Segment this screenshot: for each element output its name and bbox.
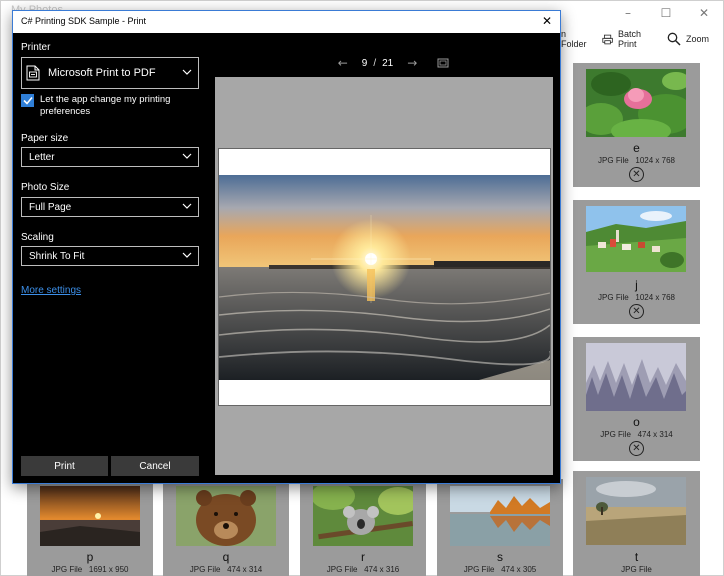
photo-thumbnail-village bbox=[586, 206, 686, 272]
maximize-button[interactable]: ☐ bbox=[647, 1, 685, 25]
cancel-button[interactable]: Cancel bbox=[111, 456, 199, 476]
photo-thumbnail-koala bbox=[313, 486, 413, 546]
tile-name: p bbox=[86, 550, 94, 564]
print-button[interactable]: Print bbox=[21, 456, 108, 476]
photo-size-select[interactable]: Full Page bbox=[21, 197, 199, 217]
chevron-down-icon bbox=[182, 203, 192, 209]
scaling-value: Shrink To Fit bbox=[29, 250, 85, 262]
photo-thumbnail-bear bbox=[176, 486, 276, 546]
close-window-button[interactable]: ✕ bbox=[685, 1, 723, 25]
paper-size-label: Paper size bbox=[21, 133, 69, 144]
photo-thumbnail-field bbox=[586, 477, 686, 545]
photo-tile-t[interactable]: t JPG File bbox=[573, 471, 700, 576]
tile-info: JPG File 1024 x 768 bbox=[598, 293, 675, 302]
dialog-titlebar: C# Printing SDK Sample - Print ✕ bbox=[13, 11, 560, 33]
remove-photo-button[interactable]: ✕ bbox=[629, 167, 644, 182]
tile-name: e bbox=[633, 141, 640, 155]
previous-page-button[interactable]: ← bbox=[338, 56, 348, 70]
tile-name: q bbox=[222, 550, 230, 564]
printer-select[interactable]: Microsoft Print to PDF bbox=[21, 57, 199, 89]
dialog-title: C# Printing SDK Sample - Print bbox=[21, 16, 147, 26]
preview-page bbox=[218, 148, 551, 406]
open-folder-label: n Folder bbox=[561, 29, 587, 49]
printer-value: Microsoft Print to PDF bbox=[48, 67, 156, 79]
fit-to-window-icon[interactable] bbox=[437, 58, 449, 68]
photo-thumbnail-sunset bbox=[40, 486, 140, 546]
chevron-down-icon bbox=[182, 153, 192, 159]
preview-canvas bbox=[215, 77, 553, 475]
photo-thumbnail-lotus bbox=[586, 69, 686, 137]
tile-info: JPG File 1691 x 950 bbox=[51, 565, 129, 574]
batch-print-button[interactable]: Batch Print bbox=[602, 29, 653, 49]
pdf-printer-icon bbox=[26, 65, 40, 81]
tile-name: j bbox=[635, 278, 638, 292]
page-separator: / bbox=[373, 57, 377, 69]
photo-tile-e[interactable]: e JPG File 1024 x 768 ✕ bbox=[573, 63, 700, 187]
paper-size-select[interactable]: Letter bbox=[21, 147, 199, 167]
tile-info: JPG File bbox=[621, 565, 652, 574]
open-folder-button[interactable]: n Folder bbox=[561, 29, 588, 49]
photo-tile-s[interactable]: s JPG File 474 x 305 bbox=[437, 479, 563, 576]
tile-name: t bbox=[634, 550, 639, 564]
zoom-button[interactable]: Zoom bbox=[667, 32, 709, 46]
total-page-count: 21 bbox=[382, 57, 394, 69]
tile-info: JPG File 474 x 314 bbox=[600, 430, 673, 439]
scaling-label: Scaling bbox=[21, 232, 54, 243]
tile-info: JPG File 474 x 316 bbox=[326, 565, 400, 574]
photo-thumbnail-lake bbox=[450, 486, 550, 546]
photo-tile-r[interactable]: r JPG File 474 x 316 bbox=[300, 479, 426, 576]
window-controls: – ☐ ✕ bbox=[609, 1, 723, 25]
zoom-label: Zoom bbox=[685, 34, 709, 44]
more-settings-link[interactable]: More settings bbox=[21, 285, 81, 296]
chevron-down-icon bbox=[182, 69, 192, 75]
tile-info: JPG File 1024 x 768 bbox=[598, 156, 675, 165]
photo-tile-j[interactable]: j JPG File 1024 x 768 ✕ bbox=[573, 200, 700, 324]
current-page-number: 9 bbox=[361, 57, 368, 69]
photo-tile-q[interactable]: q JPG File 474 x 314 bbox=[163, 479, 289, 576]
minimize-button[interactable]: – bbox=[609, 1, 647, 25]
tile-name: o bbox=[633, 415, 640, 429]
printer-label: Printer bbox=[21, 42, 51, 53]
photo-tile-o[interactable]: o JPG File 474 x 314 ✕ bbox=[573, 337, 700, 461]
paper-size-value: Letter bbox=[29, 151, 55, 163]
photo-size-label: Photo Size bbox=[21, 182, 70, 193]
remove-photo-button[interactable]: ✕ bbox=[629, 441, 644, 456]
tile-info: JPG File 474 x 305 bbox=[463, 565, 537, 574]
print-preview-pane: ← 9 / 21 → bbox=[213, 33, 560, 483]
next-page-button[interactable]: → bbox=[407, 56, 417, 70]
allow-app-preferences-checkbox[interactable] bbox=[21, 94, 34, 107]
app-toolbar: n Folder Batch Print Zoom bbox=[561, 29, 723, 49]
tile-name: r bbox=[361, 550, 365, 564]
photo-size-value: Full Page bbox=[29, 201, 72, 213]
printer-icon bbox=[602, 34, 613, 44]
allow-app-preferences-label: Let the app change my printing preferenc… bbox=[40, 94, 171, 117]
remove-photo-button[interactable]: ✕ bbox=[629, 304, 644, 319]
tile-name: s bbox=[497, 550, 503, 564]
checkmark-icon bbox=[22, 96, 33, 105]
print-settings-panel: Printer Microsoft Print to PDF Let the a… bbox=[13, 33, 213, 483]
tile-info: JPG File 474 x 314 bbox=[189, 565, 263, 574]
sunset-sea-photo bbox=[219, 175, 550, 380]
photo-tile-p[interactable]: p JPG File 1691 x 950 bbox=[27, 479, 153, 576]
scaling-select[interactable]: Shrink To Fit bbox=[21, 246, 199, 266]
dialog-close-button[interactable]: ✕ bbox=[542, 14, 552, 28]
preview-pager: ← 9 / 21 → bbox=[213, 55, 560, 71]
photo-thumbnail-misty-forest bbox=[586, 343, 686, 411]
search-icon bbox=[667, 32, 681, 46]
batch-print-label: Batch Print bbox=[617, 29, 641, 49]
print-dialog: C# Printing SDK Sample - Print ✕ Printer… bbox=[12, 10, 561, 484]
chevron-down-icon bbox=[182, 252, 192, 258]
